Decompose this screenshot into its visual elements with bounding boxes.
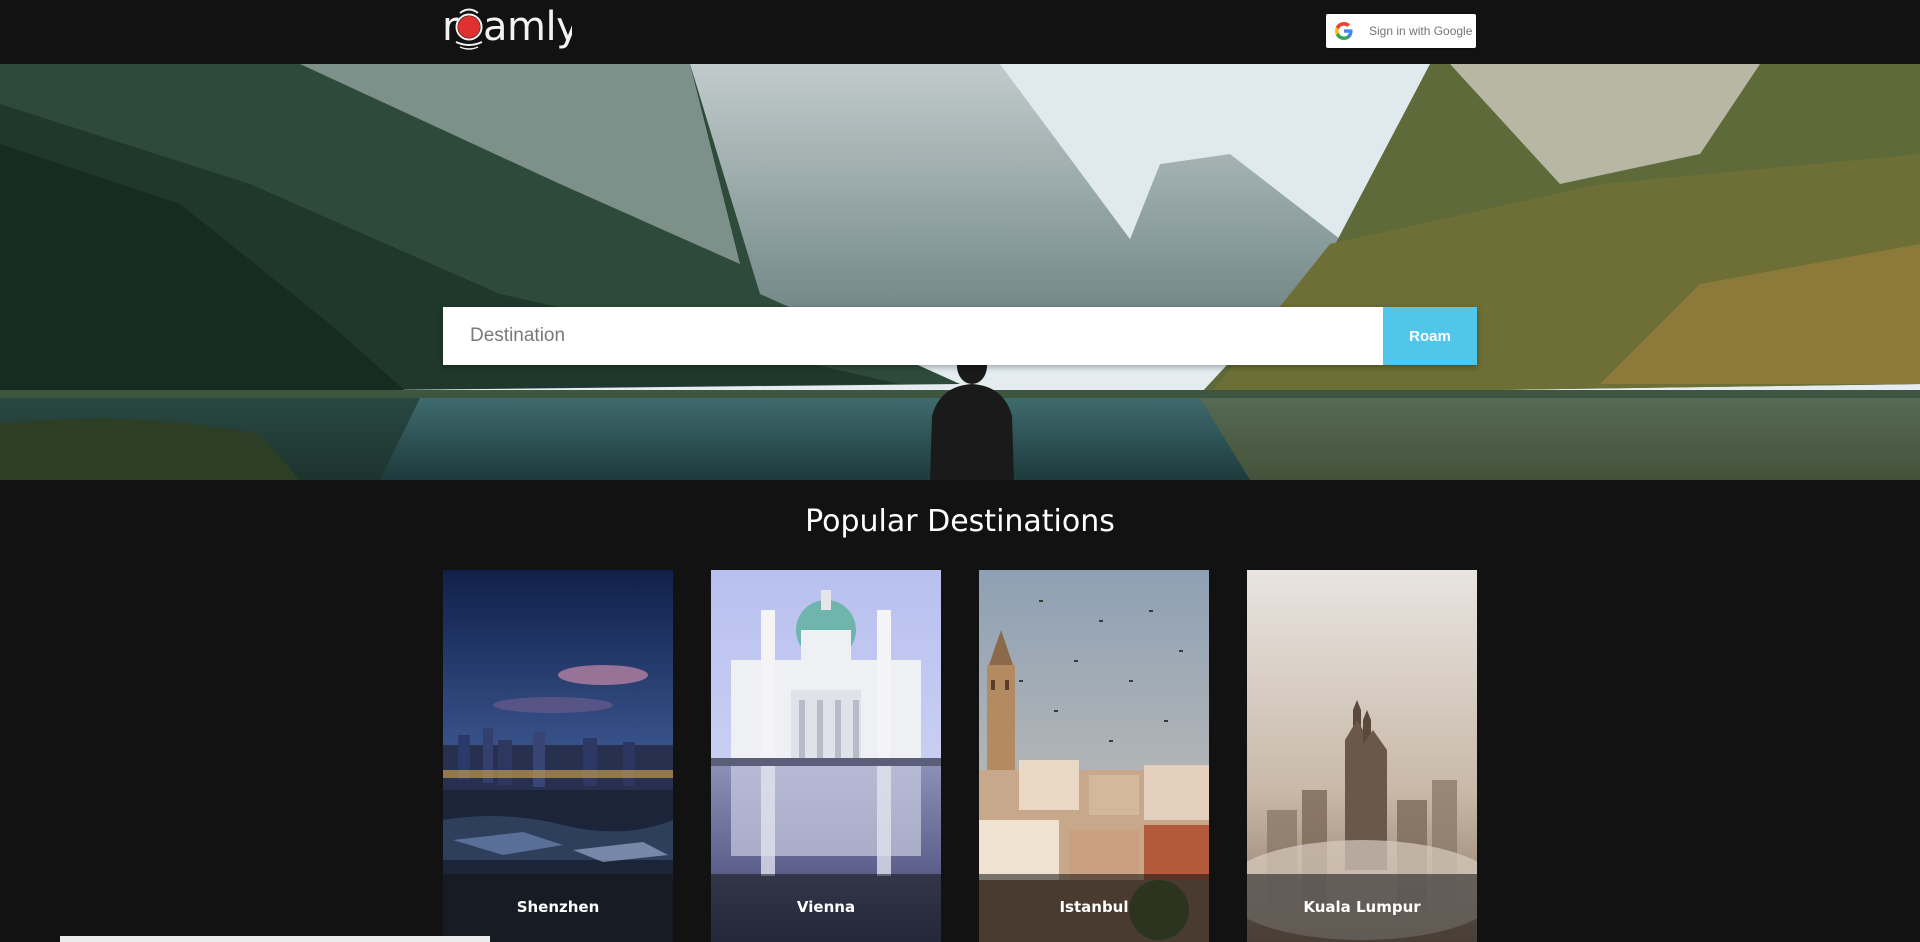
mountain-lake-photo	[0, 64, 1920, 480]
destination-card-shenzhen[interactable]: Shenzhen	[443, 570, 673, 942]
card-caption: Shenzhen	[443, 874, 673, 942]
roamly-logo[interactable]: r amly	[442, 2, 580, 54]
card-caption: Kuala Lumpur	[1247, 874, 1477, 942]
destination-name: Vienna	[796, 898, 856, 916]
card-caption: Vienna	[711, 874, 941, 942]
destination-name: Shenzhen	[516, 898, 600, 916]
sign-in-label: Sign in with Google	[1369, 24, 1473, 38]
destination-card-istanbul[interactable]: Istanbul	[979, 570, 1209, 942]
card-caption: Istanbul	[979, 874, 1209, 942]
destination-name: Kuala Lumpur	[1303, 898, 1421, 916]
google-icon	[1335, 22, 1353, 40]
destination-card-vienna[interactable]: Vienna	[711, 570, 941, 942]
popular-destinations-heading: Popular Destinations	[805, 504, 1115, 539]
destination-name: Istanbul	[1059, 898, 1129, 916]
google-sign-in-button[interactable]: Sign in with Google	[1326, 14, 1476, 48]
horizontal-scrollbar[interactable]	[60, 936, 490, 942]
hero-banner: Roam	[0, 64, 1920, 480]
svg-text:amly: amly	[483, 4, 572, 50]
top-navbar: r amly Sign in with Google	[0, 0, 1920, 64]
destination-search-input[interactable]	[443, 307, 1383, 365]
destination-card-kuala-lumpur[interactable]: Kuala Lumpur	[1247, 570, 1477, 942]
search-bar: Roam	[443, 307, 1477, 365]
roam-button[interactable]: Roam	[1383, 307, 1477, 365]
logo-mark-icon: r amly	[442, 4, 580, 50]
